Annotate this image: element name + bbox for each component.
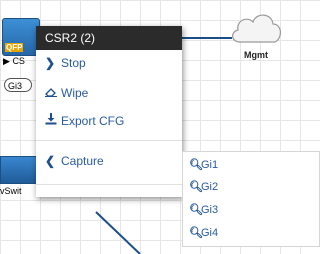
link-switch-down	[95, 211, 141, 254]
eraser-icon	[45, 84, 57, 102]
export-cfg-menu-item[interactable]: Export CFG	[45, 112, 124, 130]
capture-submenu: 🔍︎Gi1 🔍︎Gi2 🔍︎Gi3 🔍︎Gi4	[182, 151, 320, 247]
wipe-menu-item[interactable]: Wipe	[45, 84, 88, 102]
chevron-right-icon: ❯	[45, 56, 56, 70]
search-icon: 🔍︎	[189, 227, 203, 239]
cloud-node-label: Mgmt	[244, 50, 268, 60]
capture-gi1-item[interactable]: 🔍︎Gi1	[189, 157, 218, 173]
capture-menu-item[interactable]: ❮ Capture	[45, 152, 104, 170]
search-icon: 🔍︎	[189, 181, 203, 193]
router-node-icon[interactable]: QFP	[2, 18, 40, 56]
switch-node-icon[interactable]	[0, 156, 38, 184]
capture-gi3-item[interactable]: 🔍︎Gi3	[189, 202, 218, 218]
router-node-label: ▶ CS	[3, 56, 25, 66]
cloud-node-icon[interactable]	[228, 8, 284, 48]
menu-divider	[36, 140, 182, 141]
running-indicator-icon: ▶	[3, 56, 10, 66]
menu-divider	[36, 184, 182, 185]
capture-gi2-item[interactable]: 🔍︎Gi2	[189, 179, 218, 195]
download-icon	[45, 112, 57, 130]
router-badge: QFP	[5, 43, 24, 52]
context-menu-title: CSR2 (2)	[36, 26, 182, 50]
search-icon: 🔍︎	[189, 159, 203, 171]
switch-node-label: vSwit	[0, 186, 22, 196]
capture-gi4-item[interactable]: 🔍︎Gi4	[189, 225, 218, 241]
chevron-left-icon: ❮	[45, 154, 56, 168]
node-context-menu: CSR2 (2) ❯ Stop Wipe Export CFG ❮ Capture	[36, 26, 182, 197]
stop-menu-item[interactable]: ❯ Stop	[45, 54, 86, 72]
interface-label-gi3[interactable]: Gi3	[4, 78, 32, 92]
search-icon: 🔍︎	[189, 204, 203, 216]
